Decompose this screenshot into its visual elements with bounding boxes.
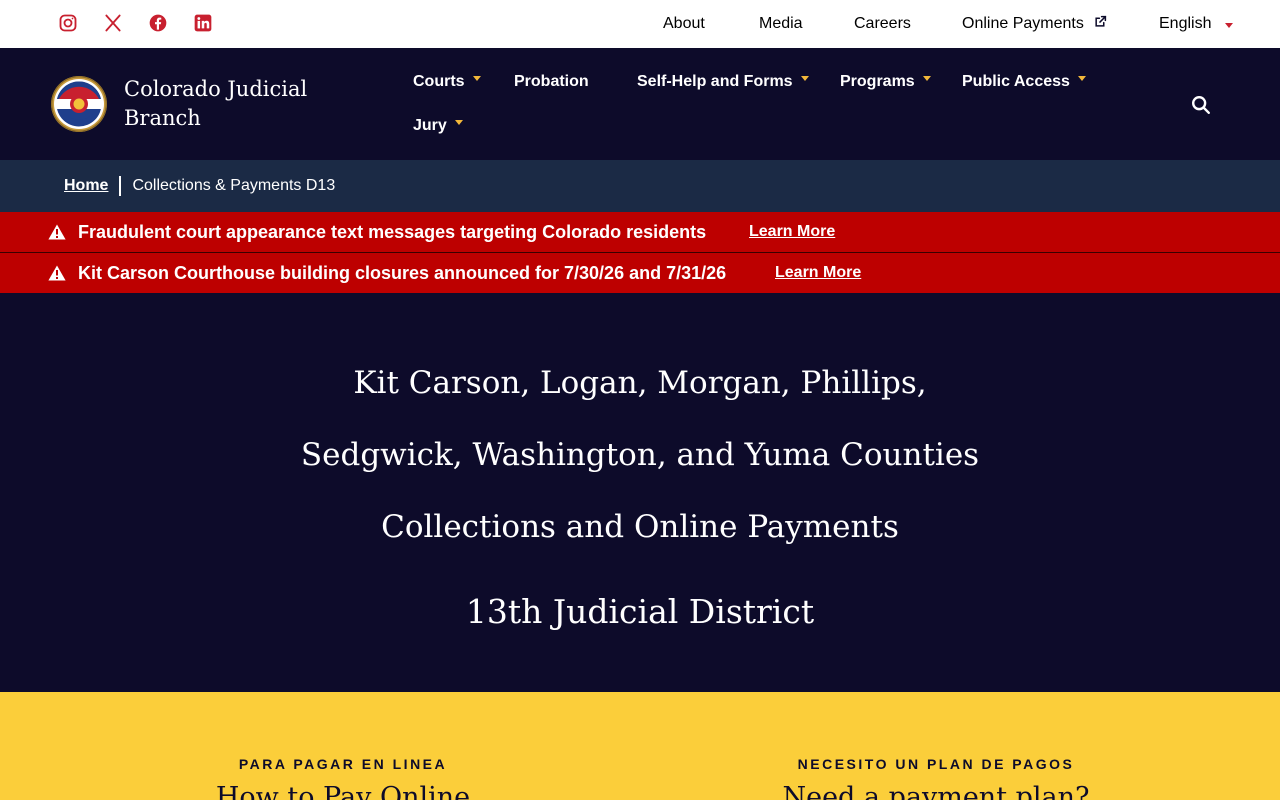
nav-self-help[interactable]: Self-Help and Forms [637,73,809,91]
main-header: Colorado Judicial Branch Courts Probatio… [0,48,1280,160]
search-icon[interactable] [1190,94,1212,116]
about-link[interactable]: About [663,15,705,33]
site-title[interactable]: Colorado Judicial Branch [124,75,324,133]
hero-heading-line: Collections and Online Payments [381,509,899,545]
alert-text: Kit Carson Courthouse building closures … [78,262,727,283]
alert-learn-more-link[interactable]: Learn More [775,264,861,282]
online-payments-link[interactable]: Online Payments [962,15,1107,33]
utility-nav: About Media Careers Online Payments Engl… [0,0,1280,48]
hero-heading-line: Sedgwick, Washington, and Yuma Counties [300,437,980,473]
payment-plan-link[interactable]: Need a payment plan? [736,782,1136,800]
breadcrumb-current: Collections & Payments D13 [132,177,336,194]
nav-jury[interactable]: Jury [413,117,463,135]
alert-text: Fraudulent court appearance text message… [78,221,707,242]
breadcrumb-home[interactable]: Home [64,177,108,195]
media-link[interactable]: Media [759,15,803,33]
language-label: English [1159,15,1212,32]
nav-programs[interactable]: Programs [840,73,931,91]
nav-jury-label: Jury [413,117,447,134]
nav-programs-label: Programs [840,73,915,90]
breadcrumb: Home Collections & Payments D13 [0,160,1280,212]
payment-plan-kicker: NECESITO UN PLAN DE PAGOS [797,756,1075,772]
external-link-icon [1095,15,1107,27]
warning-icon [48,224,66,240]
chevron-down-icon [454,119,463,125]
alert-banner: Fraudulent court appearance text message… [0,212,1280,252]
careers-link[interactable]: Careers [854,15,911,33]
language-selector[interactable]: English [1159,15,1233,33]
colorado-courts-seal-icon[interactable] [50,75,108,133]
chevron-down-icon [1224,23,1233,28]
hero-district-title: 13th Judicial District [465,592,815,631]
utility-bar: About Media Careers Online Payments Engl… [0,0,1280,48]
hero-heading-line: Kit Carson, Logan, Morgan, Phillips, [353,365,927,401]
chevron-down-icon [472,75,481,81]
nav-self-help-label: Self-Help and Forms [637,73,793,90]
chevron-down-icon [922,75,931,81]
pay-online-kicker: PARA PAGAR EN LINEA [238,756,448,772]
payment-options-section: PARA PAGAR EN LINEA How to Pay Online NE… [0,692,1280,800]
chevron-down-icon [800,75,809,81]
nav-probation[interactable]: Probation [514,73,589,91]
pay-online-link[interactable]: How to Pay Online [143,782,543,800]
nav-public-access-label: Public Access [962,73,1070,90]
hero-section: Kit Carson, Logan, Morgan, Phillips, Sed… [0,293,1280,692]
warning-icon [48,265,66,281]
online-payments-label: Online Payments [962,15,1084,32]
alert-learn-more-link[interactable]: Learn More [749,223,835,241]
alert-banner: Kit Carson Courthouse building closures … [0,253,1280,293]
nav-probation-label: Probation [514,73,589,90]
nav-courts[interactable]: Courts [413,73,481,91]
nav-courts-label: Courts [413,73,465,90]
nav-public-access[interactable]: Public Access [962,73,1086,91]
chevron-down-icon [1077,75,1086,81]
breadcrumb-separator [119,176,122,196]
